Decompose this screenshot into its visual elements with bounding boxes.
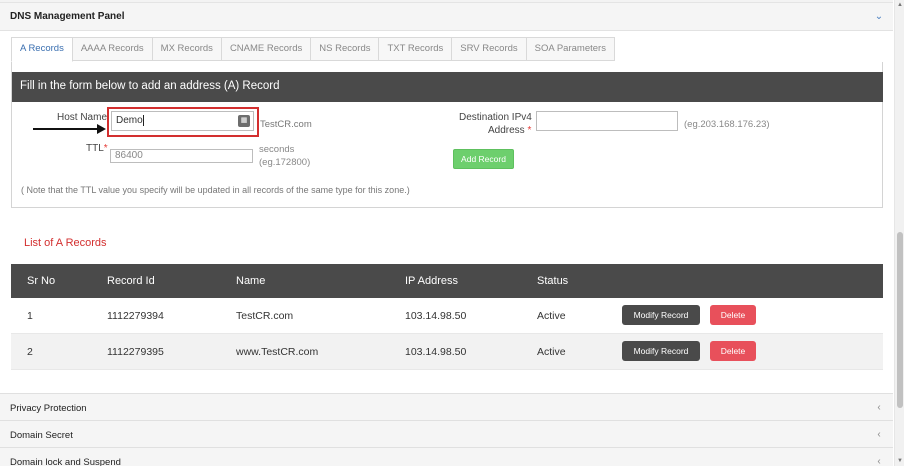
text-caret <box>142 114 144 126</box>
ttl-note: ( Note that the TTL value you specify wi… <box>21 185 410 195</box>
ttl-label-text: TTL <box>86 143 104 154</box>
delete-record-button[interactable]: Delete <box>710 341 756 361</box>
col-name: Name <box>236 275 266 287</box>
chevron-left-icon: ‹ <box>877 429 881 440</box>
scroll-down-icon[interactable]: ▼ <box>896 458 904 464</box>
delete-record-button[interactable]: Delete <box>710 305 756 325</box>
destination-required-mark: * <box>527 125 532 136</box>
vertical-scrollbar[interactable]: ▲ ▼ <box>894 0 904 466</box>
tab-aaaa-records[interactable]: AAAA Records <box>72 37 153 61</box>
destination-label-line1: Destination IPv4 <box>459 112 532 123</box>
host-name-value: Demo <box>116 115 143 126</box>
destination-label-text: Address <box>488 125 525 136</box>
scroll-up-icon[interactable]: ▲ <box>896 2 904 8</box>
cell-name: www.TestCR.com <box>236 346 319 358</box>
accordion-domain-secret[interactable]: Domain Secret ‹ <box>0 420 893 447</box>
destination-example: (eg.203.168.176.23) <box>684 119 770 130</box>
col-sr-no: Sr No <box>27 275 56 287</box>
ttl-input[interactable]: 86400 <box>110 149 253 163</box>
accordion-domain-lock-suspend[interactable]: Domain lock and Suspend ‹ <box>0 447 893 466</box>
cell-ip: 103.14.98.50 <box>405 310 467 322</box>
form-heading-bar: Fill in the form below to add an address… <box>12 72 883 102</box>
tab-txt-records[interactable]: TXT Records <box>379 37 453 61</box>
cell-name: TestCR.com <box>236 310 294 322</box>
table-header: Sr No Record Id Name IP Address Status <box>11 264 883 298</box>
tab-a-records[interactable]: A Records <box>11 37 73 62</box>
annotation-arrow-head <box>97 124 106 134</box>
add-record-button[interactable]: Add Record <box>453 149 514 169</box>
accordion-label: Domain lock and Suspend <box>10 457 121 466</box>
destination-label-line2: Address * <box>488 125 531 136</box>
modify-record-button[interactable]: Modify Record <box>622 341 700 361</box>
cell-sr: 2 <box>27 346 33 358</box>
modify-record-button[interactable]: Modify Record <box>622 305 700 325</box>
records-table: Sr No Record Id Name IP Address Status 1… <box>11 264 883 370</box>
destination-ipv4-input[interactable] <box>536 111 678 131</box>
cell-record-id: 1112279395 <box>107 346 164 358</box>
ttl-example: (eg.172800) <box>259 157 311 168</box>
form-heading: Fill in the form below to add an address… <box>20 80 280 92</box>
ttl-required-mark: * <box>103 143 108 154</box>
tab-srv-records[interactable]: SRV Records <box>452 37 527 61</box>
tab-ns-records[interactable]: NS Records <box>311 37 380 61</box>
tab-mx-records[interactable]: MX Records <box>152 37 222 61</box>
accordion-label: Domain Secret <box>10 430 73 441</box>
cell-status: Active <box>537 346 566 358</box>
panel-title: DNS Management Panel <box>10 11 125 22</box>
accordion-label: Privacy Protection <box>10 403 87 414</box>
host-name-label: Host Name <box>57 112 108 123</box>
chevron-left-icon: ‹ <box>877 402 881 413</box>
cell-record-id: 1112279394 <box>107 310 164 322</box>
scroll-thumb[interactable] <box>897 232 903 408</box>
tab-cname-records[interactable]: CNAME Records <box>221 37 312 61</box>
record-tabs: A Records AAAA Records MX Records CNAME … <box>11 37 615 62</box>
col-status: Status <box>537 275 569 287</box>
col-ip-address: IP Address <box>405 275 458 287</box>
accordion-privacy-protection[interactable]: Privacy Protection ‹ <box>0 393 893 420</box>
tab-soa-parameters[interactable]: SOA Parameters <box>526 37 615 61</box>
host-name-input[interactable]: Demo <box>111 111 254 131</box>
host-domain-suffix: TestCR.com <box>260 119 312 130</box>
chevron-down-icon[interactable]: ⌄ <box>873 11 885 23</box>
col-record-id: Record Id <box>107 275 155 287</box>
autofill-icon[interactable]: ▦ <box>238 115 250 127</box>
ttl-unit: seconds <box>259 144 295 155</box>
cell-sr: 1 <box>27 310 33 322</box>
annotation-arrow-line <box>33 128 99 130</box>
cell-status: Active <box>537 310 566 322</box>
chevron-left-icon: ‹ <box>877 456 881 466</box>
records-list-title: List of A Records <box>24 237 107 249</box>
ttl-label: TTL* <box>86 143 108 154</box>
cell-ip: 103.14.98.50 <box>405 346 467 358</box>
table-row: 2 1112279395 www.TestCR.com 103.14.98.50… <box>11 334 883 370</box>
dns-panel-header[interactable]: DNS Management Panel ⌄ <box>0 3 893 31</box>
table-row: 1 1112279394 TestCR.com 103.14.98.50 Act… <box>11 298 883 334</box>
